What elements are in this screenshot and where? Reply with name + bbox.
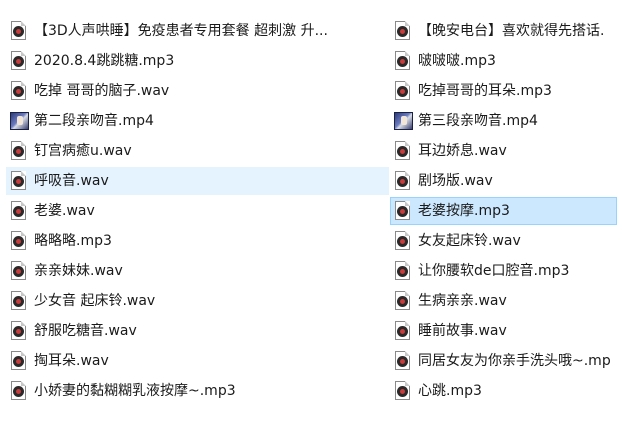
file-item[interactable]: 老婆按摩.mp3	[390, 197, 617, 225]
file-name: 第二段亲吻音.mp4	[34, 113, 154, 129]
file-list-column-left: 【3D人声哄睡】免疫患者专用套餐 超刺激 升... 2020.8.4跳跳糖.mp3…	[6, 17, 389, 407]
audio-file-icon	[10, 231, 28, 251]
file-item[interactable]: 钉宫病癒u.wav	[6, 137, 389, 165]
file-name: 【3D人声哄睡】免疫患者专用套餐 超刺激 升...	[34, 23, 328, 39]
audio-file-icon	[394, 261, 412, 281]
file-item[interactable]: 心跳.mp3	[390, 377, 617, 405]
file-item[interactable]: 吃掉 哥哥的脑子.wav	[6, 77, 389, 105]
file-item[interactable]: 少女音 起床铃.wav	[6, 287, 389, 315]
file-name: 【晚安电台】喜欢就得先搭话.	[418, 23, 605, 39]
file-item[interactable]: 舒服吃糖音.wav	[6, 317, 389, 345]
audio-file-icon	[10, 351, 28, 371]
file-item[interactable]: 同居女友为你亲手洗头哦~.mp	[390, 347, 617, 375]
audio-file-icon	[394, 81, 412, 101]
file-item[interactable]: 第三段亲吻音.mp4	[390, 107, 617, 135]
audio-file-icon	[394, 141, 412, 161]
file-name: 亲亲妹妹.wav	[34, 263, 123, 279]
audio-file-icon	[394, 231, 412, 251]
file-name: 让你腰软de口腔音.mp3	[418, 263, 570, 279]
file-item[interactable]: 耳边娇息.wav	[390, 137, 617, 165]
file-name: 第三段亲吻音.mp4	[418, 113, 538, 129]
file-name: 剧场版.wav	[418, 173, 493, 189]
file-name: 睡前故事.wav	[418, 323, 507, 339]
file-name: 少女音 起床铃.wav	[34, 293, 156, 309]
file-name: 女友起床铃.wav	[418, 233, 521, 249]
file-name: 吃掉 哥哥的脑子.wav	[34, 83, 170, 99]
file-item[interactable]: 小娇妻的黏糊糊乳液按摩~.mp3	[6, 377, 389, 405]
file-item[interactable]: 睡前故事.wav	[390, 317, 617, 345]
file-name: 老婆按摩.mp3	[418, 203, 510, 219]
file-list-column-right: 【晚安电台】喜欢就得先搭话. 啵啵啵.mp3 吃掉哥哥的耳朵.mp3 第三段亲吻音.m…	[390, 17, 617, 407]
file-item[interactable]: 吃掉哥哥的耳朵.mp3	[390, 77, 617, 105]
file-name: 2020.8.4跳跳糖.mp3	[34, 53, 175, 69]
audio-file-icon	[394, 51, 412, 71]
audio-file-icon	[394, 171, 412, 191]
file-item[interactable]: 啵啵啵.mp3	[390, 47, 617, 75]
file-name: 老婆.wav	[34, 203, 95, 219]
file-item[interactable]: 女友起床铃.wav	[390, 227, 617, 255]
file-item[interactable]: 第二段亲吻音.mp4	[6, 107, 389, 135]
file-item[interactable]: 剧场版.wav	[390, 167, 617, 195]
file-item[interactable]: 生病亲亲.wav	[390, 287, 617, 315]
audio-file-icon	[10, 201, 28, 221]
audio-file-icon	[10, 81, 28, 101]
file-name: 耳边娇息.wav	[418, 143, 507, 159]
file-name: 生病亲亲.wav	[418, 293, 507, 309]
audio-file-icon	[394, 351, 412, 371]
file-name: 小娇妻的黏糊糊乳液按摩~.mp3	[34, 383, 236, 399]
file-item[interactable]: 【3D人声哄睡】免疫患者专用套餐 超刺激 升...	[6, 17, 389, 45]
audio-file-icon	[10, 21, 28, 41]
file-item[interactable]: 老婆.wav	[6, 197, 389, 225]
file-name: 舒服吃糖音.wav	[34, 323, 137, 339]
file-name: 略略略.mp3	[34, 233, 112, 249]
audio-file-icon	[10, 261, 28, 281]
file-name: 呼吸音.wav	[34, 173, 109, 189]
file-name: 吃掉哥哥的耳朵.mp3	[418, 83, 552, 99]
audio-file-icon	[10, 321, 28, 341]
file-item[interactable]: 呼吸音.wav	[6, 167, 389, 195]
file-item[interactable]: 让你腰软de口腔音.mp3	[390, 257, 617, 285]
audio-file-icon	[10, 141, 28, 161]
file-name: 钉宫病癒u.wav	[34, 143, 132, 159]
file-item[interactable]: 略略略.mp3	[6, 227, 389, 255]
audio-file-icon	[10, 51, 28, 71]
audio-file-icon	[394, 381, 412, 401]
file-item[interactable]: 2020.8.4跳跳糖.mp3	[6, 47, 389, 75]
audio-file-icon	[10, 381, 28, 401]
audio-file-icon	[394, 21, 412, 41]
file-item[interactable]: 掏耳朵.wav	[6, 347, 389, 375]
file-name: 啵啵啵.mp3	[418, 53, 496, 69]
file-item[interactable]: 【晚安电台】喜欢就得先搭话.	[390, 17, 617, 45]
video-file-icon	[394, 111, 413, 131]
file-item[interactable]: 亲亲妹妹.wav	[6, 257, 389, 285]
file-name: 心跳.mp3	[418, 383, 482, 399]
audio-file-icon	[10, 171, 28, 191]
audio-file-icon	[394, 291, 412, 311]
audio-file-icon	[394, 321, 412, 341]
audio-file-icon	[10, 291, 28, 311]
audio-file-icon	[394, 201, 412, 221]
video-file-icon	[10, 111, 29, 131]
file-name: 掏耳朵.wav	[34, 353, 109, 369]
file-name: 同居女友为你亲手洗头哦~.mp	[418, 353, 611, 369]
